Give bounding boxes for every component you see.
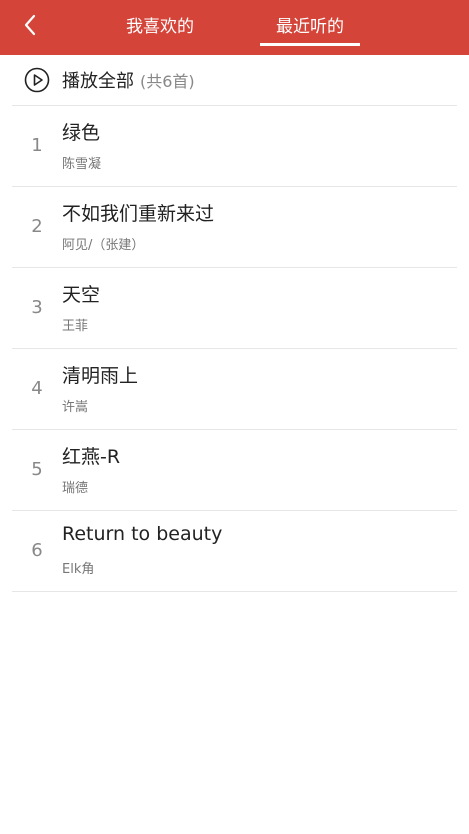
song-title: 天空 (62, 284, 101, 306)
song-list: 1 绿色 陈雪凝 2 不如我们重新来过 阿见/（张建） 3 天空 王菲 4 清明… (12, 106, 457, 592)
song-title: 不如我们重新来过 (62, 203, 215, 225)
song-artist: Elk角 (62, 562, 95, 577)
song-row[interactable]: 3 天空 王菲 (12, 268, 457, 349)
song-index: 3 (31, 297, 43, 318)
song-artist: 王菲 (62, 319, 89, 334)
song-title: Return to beauty (62, 523, 223, 545)
song-title: 红燕-R (62, 446, 121, 468)
song-artist: 瑞德 (62, 481, 89, 496)
song-row[interactable]: 4 清明雨上 许嵩 (12, 349, 457, 430)
tab-recent[interactable]: 最近听的 (260, 0, 360, 55)
song-row[interactable]: 2 不如我们重新来过 阿见/（张建） (12, 187, 457, 268)
song-index: 4 (31, 378, 43, 399)
top-bar: 我喜欢的 最近听的 (0, 0, 469, 55)
song-count: (共6首) (140, 72, 195, 91)
song-index: 2 (31, 216, 43, 237)
tab-favorites[interactable]: 我喜欢的 (110, 0, 210, 55)
play-circle-icon (24, 67, 50, 93)
song-index: 5 (31, 459, 43, 480)
song-artist: 阿见/（张建） (62, 238, 145, 253)
chevron-left-icon (23, 14, 37, 40)
song-index: 1 (31, 135, 43, 156)
song-index: 6 (31, 540, 43, 561)
song-title: 清明雨上 (62, 365, 139, 387)
song-artist: 许嵩 (62, 400, 89, 415)
song-row[interactable]: 6 Return to beauty Elk角 (12, 511, 457, 592)
song-title: 绿色 (62, 122, 101, 144)
active-tab-indicator (260, 43, 360, 46)
song-row[interactable]: 1 绿色 陈雪凝 (12, 106, 457, 187)
play-all-label: 播放全部 (62, 71, 134, 92)
song-row[interactable]: 5 红燕-R 瑞德 (12, 430, 457, 511)
song-artist: 陈雪凝 (62, 157, 102, 172)
back-button[interactable] (16, 13, 44, 41)
play-all-button[interactable]: 播放全部 (共6首) (12, 55, 457, 106)
